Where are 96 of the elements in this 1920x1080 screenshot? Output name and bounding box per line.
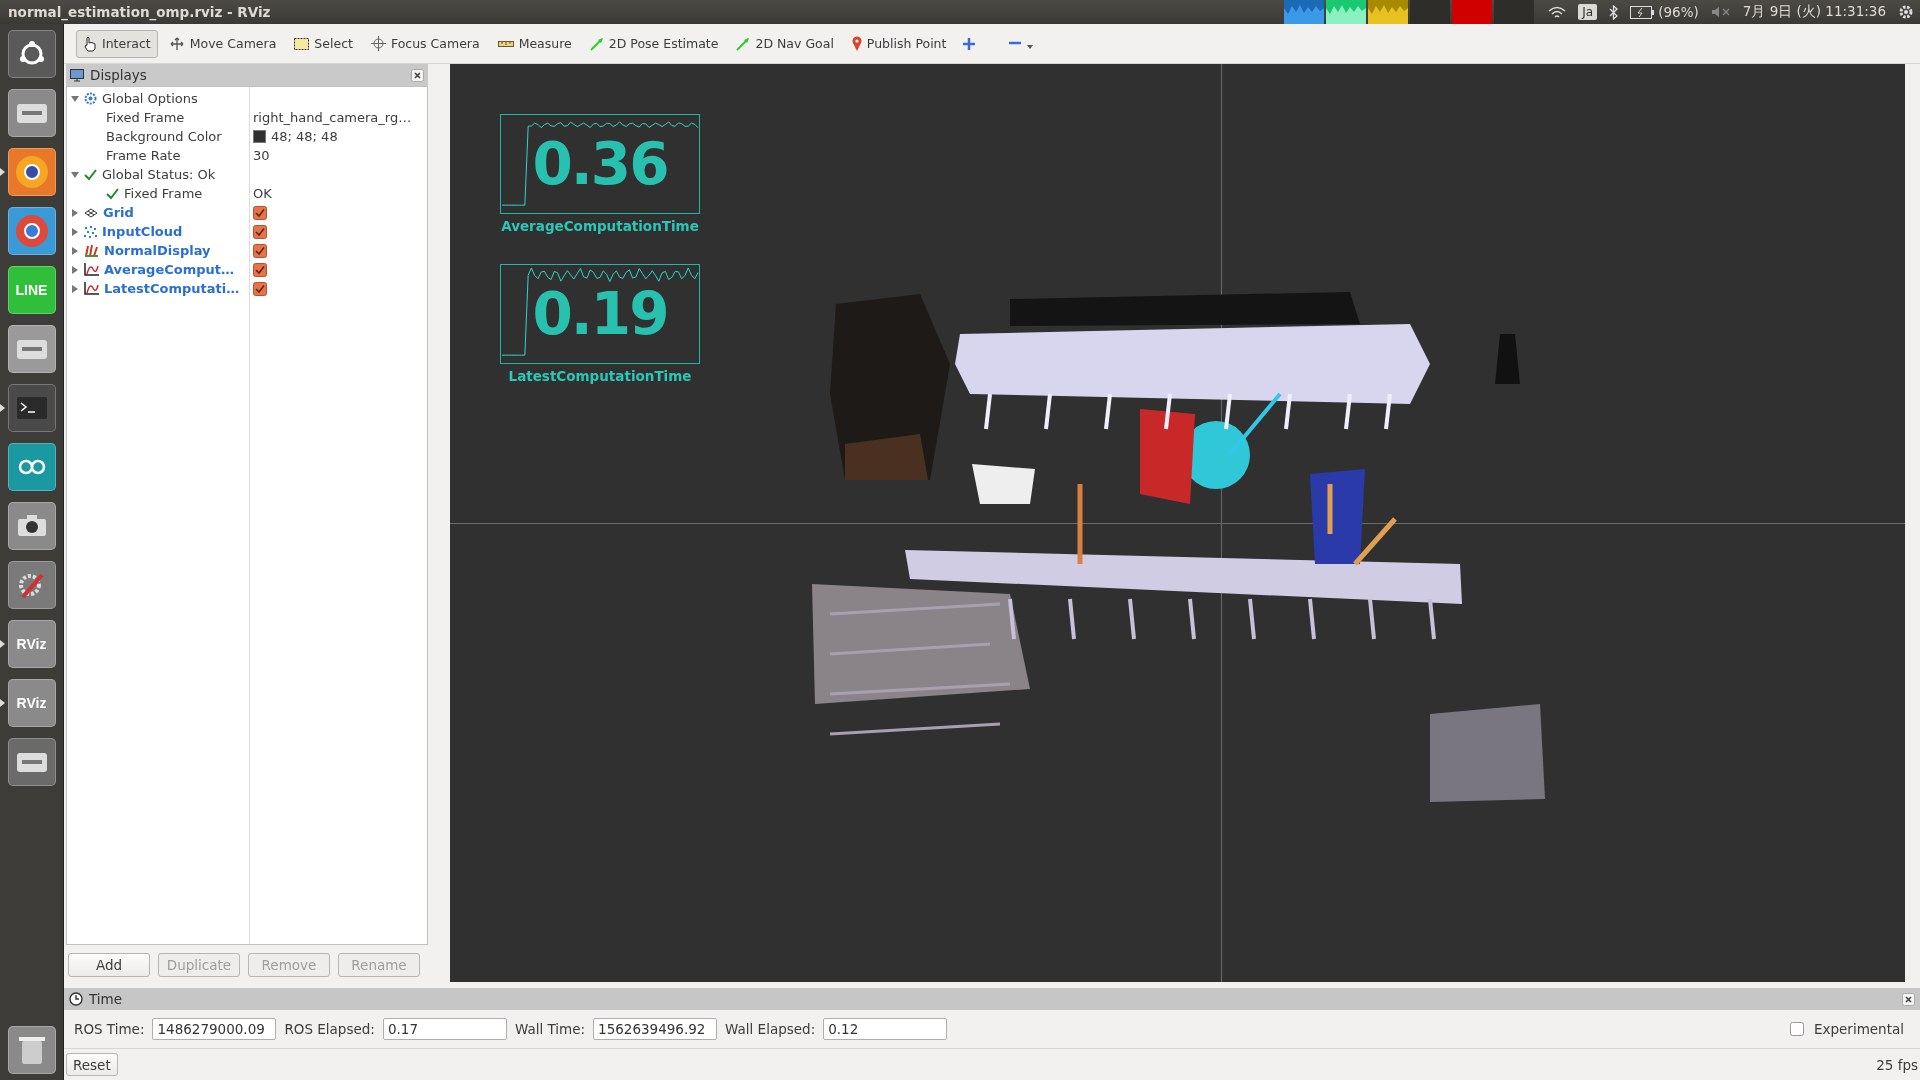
tool-button[interactable]: 2D Pose Estimate xyxy=(582,29,726,58)
point-cloud-icon xyxy=(84,225,97,238)
checkbox[interactable] xyxy=(253,243,267,258)
close-icon[interactable] xyxy=(411,68,424,82)
overlay-label: AverageComputationTime xyxy=(501,218,699,234)
overlay-label: LatestComputationTime xyxy=(508,368,692,384)
launcher-icon[interactable] xyxy=(7,443,56,491)
fps-counter: 25 fps xyxy=(1876,1056,1919,1073)
tool-button[interactable]: Publish Point xyxy=(844,29,954,58)
checkmark-icon xyxy=(106,187,119,200)
tree-item-label[interactable]: Fixed Frame xyxy=(124,186,203,201)
muted-speaker-icon[interactable] xyxy=(1710,6,1731,18)
collapsed-arrow-icon[interactable] xyxy=(71,284,79,293)
checkbox[interactable] xyxy=(253,281,267,296)
launcher-icon[interactable] xyxy=(7,207,56,255)
input-field[interactable]: 1562639496.92 xyxy=(593,1018,718,1040)
launcher-icon[interactable] xyxy=(7,148,56,196)
map-pin-icon xyxy=(851,36,862,51)
launcher-icon[interactable] xyxy=(7,30,56,78)
tree-item-label[interactable]: Grid xyxy=(103,205,134,220)
input-field[interactable]: 0.12 xyxy=(823,1018,948,1040)
collapsed-arrow-icon[interactable] xyxy=(71,246,79,255)
bluetooth-icon[interactable] xyxy=(1609,4,1619,20)
monitor-icon xyxy=(70,68,84,82)
tool-button[interactable]: Select xyxy=(287,29,360,58)
tool-button[interactable]: 2D Nav Goal xyxy=(729,29,841,58)
battery-percentage: (96%) xyxy=(1658,4,1699,20)
arrow-icon xyxy=(736,36,751,51)
field-label: ROS Elapsed: xyxy=(284,1021,375,1037)
launcher-icon[interactable] xyxy=(7,325,56,373)
checkbox[interactable] xyxy=(1789,1022,1804,1036)
overlay-value: 0.36 xyxy=(532,134,668,194)
property-value: right_hand_camera_rg… xyxy=(253,110,412,125)
tool-button[interactable]: Focus Camera xyxy=(363,29,487,58)
plot-icon xyxy=(84,263,99,276)
move-arrows-icon xyxy=(168,36,185,51)
field-label: Wall Time: xyxy=(514,1021,586,1037)
plus-icon[interactable] xyxy=(963,37,976,50)
property-label: Background Color xyxy=(106,129,222,144)
property-value: 48; 48; 48 xyxy=(271,129,338,144)
crosshair-icon xyxy=(370,36,386,51)
checkbox[interactable] xyxy=(253,224,267,239)
selection-rectangle-icon xyxy=(294,37,310,50)
close-icon[interactable] xyxy=(1902,992,1915,1006)
checkbox[interactable] xyxy=(253,262,267,277)
launcher-icon[interactable] xyxy=(7,561,56,609)
3d-viewport[interactable]: 0.36 AverageComputationTime 0.19 LatestComputationTime xyxy=(450,64,1905,982)
tree-item-label[interactable]: AverageComput… xyxy=(104,262,234,277)
tree-item-label[interactable]: NormalDisplay xyxy=(104,243,211,258)
arrows-icon xyxy=(84,244,99,257)
property-value: OK xyxy=(253,186,272,201)
settings-icon[interactable] xyxy=(1898,4,1914,20)
overlay-value: 0.19 xyxy=(532,284,668,344)
checkbox-label: Experimental xyxy=(1813,1021,1904,1037)
tree-item-label[interactable]: Global Status: Ok xyxy=(102,167,216,182)
gear-icon xyxy=(84,92,97,105)
launcher-icon[interactable] xyxy=(7,502,56,550)
tool-button[interactable]: Move Camera xyxy=(161,29,284,58)
plot-icon xyxy=(84,282,99,295)
tree-item-label[interactable]: InputCloud xyxy=(102,224,183,239)
arrow-icon xyxy=(589,36,604,51)
field-label: ROS Time: xyxy=(74,1021,145,1037)
input-method-indicator[interactable]: Ja xyxy=(1578,4,1598,20)
window-title: normal_estimation_omp.rviz - RViz xyxy=(7,4,272,20)
input-field[interactable]: 1486279000.09 xyxy=(152,1018,277,1040)
launcher-icon[interactable] xyxy=(7,1026,56,1074)
input-field[interactable]: 0.17 xyxy=(382,1018,507,1040)
tool-button[interactable]: Interact xyxy=(76,29,158,58)
property-label: Frame Rate xyxy=(106,148,181,163)
ruler-icon xyxy=(497,39,514,48)
clock-icon xyxy=(69,992,83,1006)
property-label: Fixed Frame xyxy=(106,110,185,125)
panel-button[interactable]: Add xyxy=(68,953,150,977)
collapsed-arrow-icon[interactable] xyxy=(71,208,79,217)
property-value: 30 xyxy=(253,148,270,163)
checkbox[interactable] xyxy=(253,205,267,220)
tree-item-label[interactable]: Global Options xyxy=(102,91,198,106)
tool-button[interactable]: Measure xyxy=(490,29,579,58)
wifi-icon[interactable] xyxy=(1548,5,1567,19)
battery-icon[interactable] xyxy=(1630,5,1655,19)
expanded-arrow-icon[interactable] xyxy=(71,170,79,179)
checkmark-icon xyxy=(84,168,97,181)
system-monitor-graph[interactable] xyxy=(1284,0,1537,24)
collapsed-arrow-icon[interactable] xyxy=(71,265,79,274)
tree-item-label[interactable]: LatestComputati… xyxy=(104,281,240,296)
hand-pointer-icon xyxy=(83,35,97,52)
field-label: Wall Elapsed: xyxy=(725,1021,816,1037)
collapsed-arrow-icon[interactable] xyxy=(71,227,79,236)
grid-icon xyxy=(84,207,98,218)
panel-title: Time xyxy=(89,991,124,1007)
reset-button[interactable]: Reset xyxy=(66,1053,118,1076)
clock[interactable]: 7月 9日 (火) 11:31:36 xyxy=(1742,3,1886,21)
launcher-icon[interactable] xyxy=(7,89,56,137)
launcher-icon[interactable] xyxy=(7,738,56,786)
panel-title: Displays xyxy=(90,67,148,83)
expanded-arrow-icon[interactable] xyxy=(71,94,79,103)
